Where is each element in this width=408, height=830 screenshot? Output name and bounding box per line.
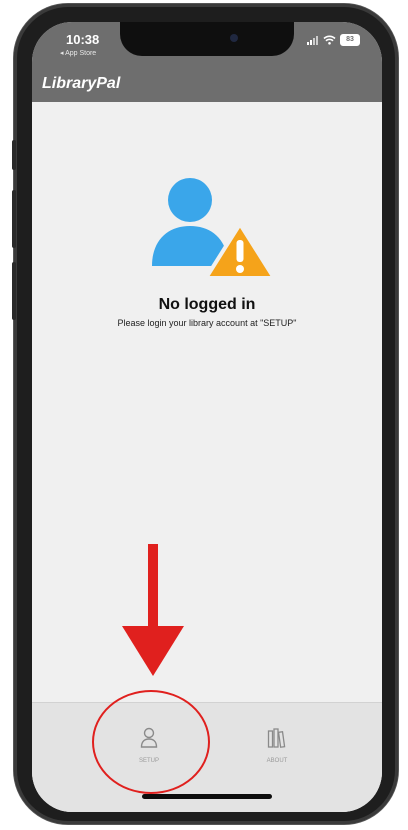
wifi-icon (323, 35, 336, 45)
signal-icon (307, 35, 318, 45)
status-time: 10:38 (66, 32, 100, 47)
battery-icon: 83 (340, 34, 360, 46)
phone-volume-down (12, 262, 16, 320)
red-circle-annotation (92, 690, 210, 794)
empty-state-subtitle: Please login your library account at "SE… (117, 318, 297, 328)
books-icon (267, 728, 286, 748)
phone-screen: 10:38 ◂ App Store 83 LibraryPal No logge… (32, 22, 382, 812)
phone-volume-up (12, 190, 16, 248)
phone-notch (120, 22, 294, 56)
app-header: 10:38 ◂ App Store 83 LibraryPal (32, 22, 382, 102)
status-icons: 83 (307, 34, 360, 46)
tab-about-label: ABOUT (266, 758, 288, 764)
home-indicator (142, 794, 272, 799)
user-warning-icon (152, 178, 276, 280)
app-title: LibraryPal (42, 75, 121, 92)
red-arrow-annotation (122, 544, 184, 676)
screenshot-stage: 10:38 ◂ App Store 83 LibraryPal No logge… (0, 0, 408, 830)
phone-silent-switch (12, 140, 16, 170)
empty-state-title: No logged in (158, 296, 256, 313)
back-to-app-store-link[interactable]: ◂ App Store (60, 49, 96, 57)
tab-about[interactable]: ABOUT (242, 727, 312, 787)
camera-icon (230, 34, 238, 42)
